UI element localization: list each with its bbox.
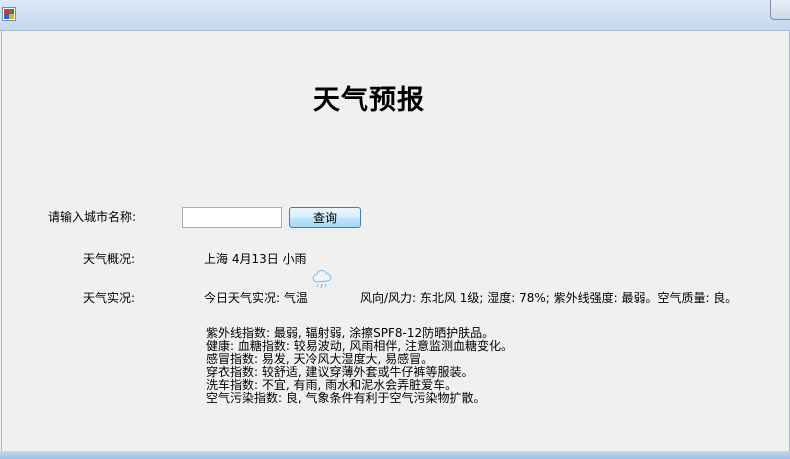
index-line: 空气污染指数: 良, 气象条件有利于空气污染物扩散。 xyxy=(206,391,486,405)
city-input[interactable] xyxy=(182,207,282,228)
cloud-rain-icon xyxy=(312,270,332,289)
overview-value: 上海 4月13日 小雨 xyxy=(204,252,307,266)
weather-indices: 紫外线指数: 最弱, 辐射弱, 涂擦SPF8-12防晒护肤品。 健康: 血糖指数… xyxy=(206,327,513,405)
title-bar[interactable] xyxy=(0,0,790,31)
page-title: 天气预报 xyxy=(313,85,425,116)
window-bottom-edge xyxy=(0,451,790,459)
window-control-button[interactable] xyxy=(770,0,790,20)
current-label: 天气实况: xyxy=(83,291,136,305)
city-label: 请输入城市名称: xyxy=(48,210,137,224)
overview-label: 天气概况: xyxy=(83,252,136,266)
query-button[interactable]: 查询 xyxy=(289,207,361,228)
app-icon[interactable] xyxy=(2,7,16,21)
current-wind: 风向/风力: 东北风 1级; 湿度: 78%; 紫外线强度: 最弱。空气质量: … xyxy=(360,291,738,305)
current-today: 今日天气实况: 气温 xyxy=(204,291,308,305)
app-window: 天气预报 请输入城市名称: 查询 天气概况: 上海 4月13日 小雨 天气实况:… xyxy=(0,0,790,459)
